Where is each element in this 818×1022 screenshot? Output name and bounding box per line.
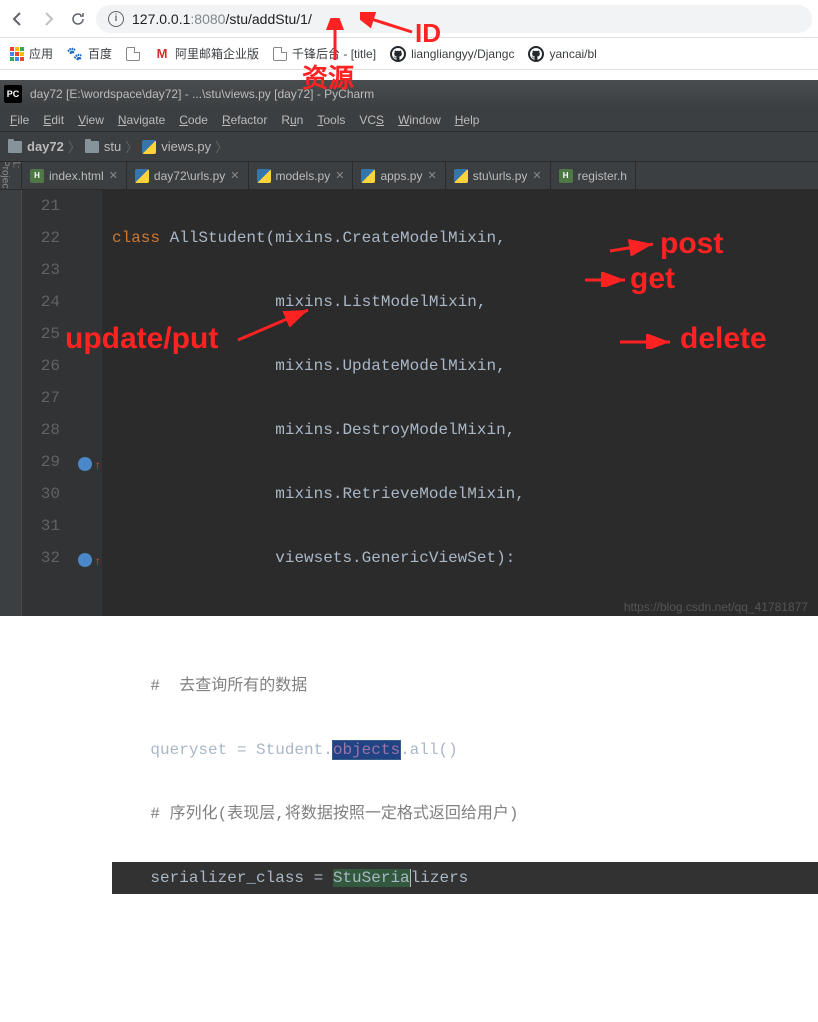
reload-button[interactable] [66, 7, 90, 31]
python-icon [454, 169, 468, 183]
bookmark-yancai[interactable]: yancai/bl [528, 46, 596, 62]
bookmark-blank1[interactable] [126, 47, 140, 61]
tab[interactable]: stu\urls.py✕ [446, 162, 551, 189]
close-icon[interactable]: ✕ [109, 169, 118, 182]
menu-refactor[interactable]: Refactor [216, 111, 273, 129]
menu-help[interactable]: Help [449, 111, 486, 129]
editor-tabs: 1: Project Hindex.html✕ day72\urls.py✕ m… [0, 162, 818, 190]
override-icon[interactable] [78, 457, 92, 471]
python-icon [142, 140, 156, 154]
breadcrumb-item[interactable]: views.py [142, 139, 211, 154]
breadcrumb-bar: day72 〉 stu 〉 views.py 〉 [0, 132, 818, 162]
project-tool-tab[interactable]: 1: Project [0, 162, 22, 189]
gutter-marks: ↑ ↑ [72, 190, 102, 616]
close-icon[interactable]: ✕ [427, 169, 436, 182]
baidu-icon: 🐾 [67, 46, 83, 62]
page-icon [273, 47, 287, 61]
apps-icon [10, 47, 24, 61]
override-icon[interactable] [78, 553, 92, 567]
pycharm-icon: PC [4, 85, 22, 103]
html-icon: H [559, 169, 573, 183]
tab[interactable]: models.py✕ [249, 162, 354, 189]
window-title: day72 [E:\wordspace\day72] - ...\stu\vie… [30, 87, 374, 101]
bookmark-baidu[interactable]: 🐾 百度 [67, 45, 112, 62]
titlebar: PC day72 [E:\wordspace\day72] - ...\stu\… [0, 80, 818, 108]
tab[interactable]: Hindex.html✕ [22, 162, 127, 189]
menu-window[interactable]: Window [392, 111, 447, 129]
close-icon[interactable]: ✕ [335, 169, 344, 182]
github-icon [390, 46, 406, 62]
html-icon: H [30, 169, 44, 183]
alimail-icon: M [154, 46, 170, 62]
folder-icon [85, 141, 99, 153]
github-icon [528, 46, 544, 62]
close-icon[interactable]: ✕ [532, 169, 541, 182]
tab[interactable]: day72\urls.py✕ [127, 162, 249, 189]
menu-code[interactable]: Code [173, 111, 214, 129]
bookmark-alimail[interactable]: M 阿里邮箱企业版 [154, 45, 259, 62]
breadcrumb-item[interactable]: day72 [8, 139, 64, 154]
info-icon: i [108, 11, 124, 27]
menu-tools[interactable]: Tools [311, 111, 351, 129]
pycharm-window: PC day72 [E:\wordspace\day72] - ...\stu\… [0, 80, 818, 616]
line-gutter: 21 22 23 24 25 26 27 28 29 30 31 32 [22, 190, 72, 616]
menu-run[interactable]: Run [275, 111, 309, 129]
bookmarks-bar: 应用 🐾 百度 M 阿里邮箱企业版 千锋后台 - [title] liangli… [0, 38, 818, 70]
menu-edit[interactable]: Edit [37, 111, 70, 129]
tab[interactable]: Hregister.h [551, 162, 636, 189]
change-marker-icon: ↑ [94, 546, 101, 578]
bookmark-django[interactable]: liangliangyy/Djangc [390, 46, 514, 62]
url-text: 127.0.0.1:8080/stu/addStu/1/ [132, 11, 312, 27]
menu-vcs[interactable]: VCS [353, 111, 390, 129]
editor-sidebar [0, 190, 22, 616]
apps-bookmark[interactable]: 应用 [10, 45, 53, 62]
menubar: File Edit View Navigate Code Refactor Ru… [0, 108, 818, 132]
back-button[interactable] [6, 7, 30, 31]
menu-file[interactable]: File [4, 111, 35, 129]
code-area[interactable]: class AllStudent(mixins.CreateModelMixin… [102, 190, 818, 616]
code-editor[interactable]: 21 22 23 24 25 26 27 28 29 30 31 32 ↑ ↑ … [0, 190, 818, 616]
tab[interactable]: apps.py✕ [353, 162, 445, 189]
menu-view[interactable]: View [72, 111, 110, 129]
menu-navigate[interactable]: Navigate [112, 111, 171, 129]
forward-button[interactable] [36, 7, 60, 31]
browser-toolbar: i 127.0.0.1:8080/stu/addStu/1/ [0, 0, 818, 38]
page-icon [126, 47, 140, 61]
python-icon [257, 169, 271, 183]
breadcrumb-item[interactable]: stu [85, 139, 121, 154]
python-icon [135, 169, 149, 183]
bookmark-qianfeng[interactable]: 千锋后台 - [title] [273, 45, 376, 62]
folder-icon [8, 141, 22, 153]
change-marker-icon: ↑ [94, 450, 101, 482]
python-icon [361, 169, 375, 183]
address-bar[interactable]: i 127.0.0.1:8080/stu/addStu/1/ [96, 5, 812, 33]
watermark: https://blog.csdn.net/qq_41781877 [624, 600, 808, 614]
close-icon[interactable]: ✕ [230, 169, 239, 182]
